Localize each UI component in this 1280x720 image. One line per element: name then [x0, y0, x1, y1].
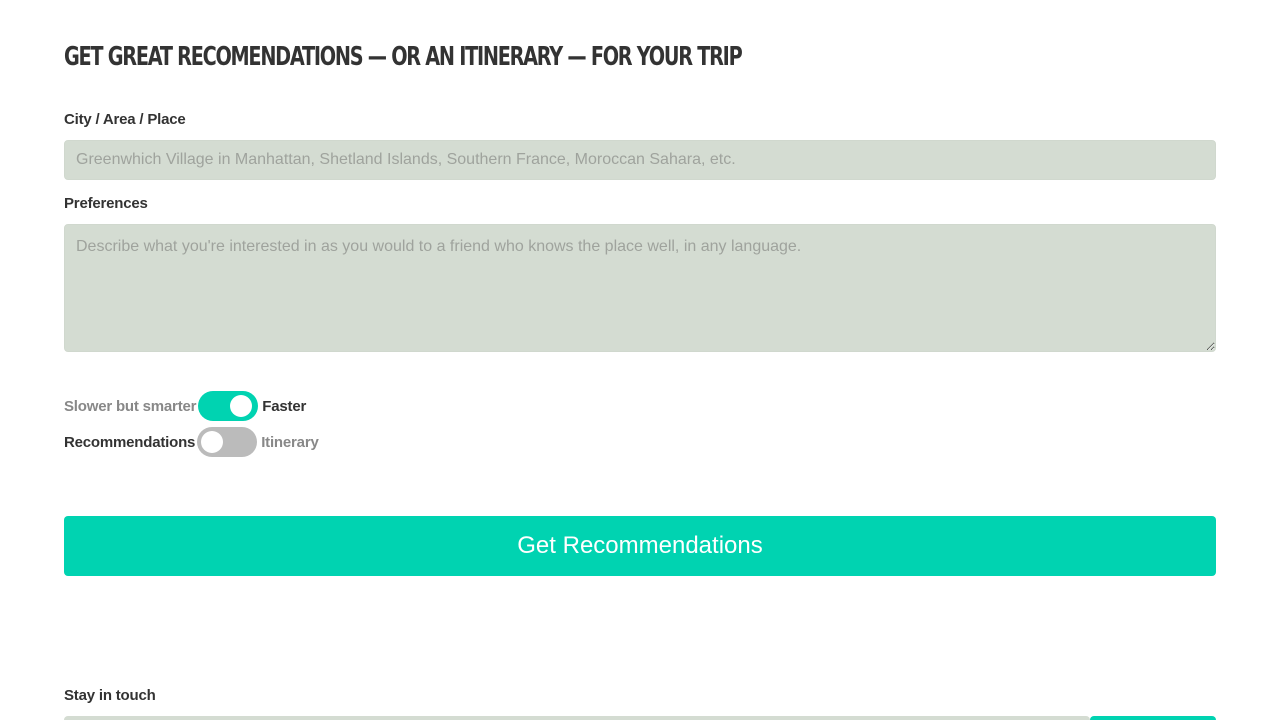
page-title: Get great recomendations — or an itinera… [64, 42, 743, 72]
mode-toggle-left-label[interactable]: Recommendations [64, 434, 195, 451]
stay-in-touch-label: Stay in touch [64, 687, 156, 704]
mode-toggle-switch[interactable] [197, 427, 258, 457]
speed-toggle-row: Slower but smarter Faster [64, 391, 306, 421]
preferences-textarea[interactable] [64, 224, 1216, 352]
speed-toggle-left-label[interactable]: Slower but smarter [64, 398, 196, 415]
toggle-knob [201, 431, 224, 453]
toggle-knob [230, 395, 253, 417]
place-input[interactable] [64, 140, 1216, 180]
place-label: City / Area / Place [64, 111, 186, 128]
get-recommendations-button[interactable]: Get Recommendations [64, 516, 1216, 576]
mode-toggle-row: Recommendations Itinerary [64, 427, 319, 457]
speed-toggle-switch[interactable] [198, 391, 259, 421]
preferences-label: Preferences [64, 195, 148, 212]
subscribe-button[interactable] [1090, 716, 1216, 720]
speed-toggle-right-label[interactable]: Faster [262, 398, 306, 415]
mode-toggle-right-label[interactable]: Itinerary [261, 434, 319, 451]
email-input[interactable] [64, 716, 1090, 720]
trip-planner-page: Get great recomendations — or an itinera… [0, 0, 1280, 720]
